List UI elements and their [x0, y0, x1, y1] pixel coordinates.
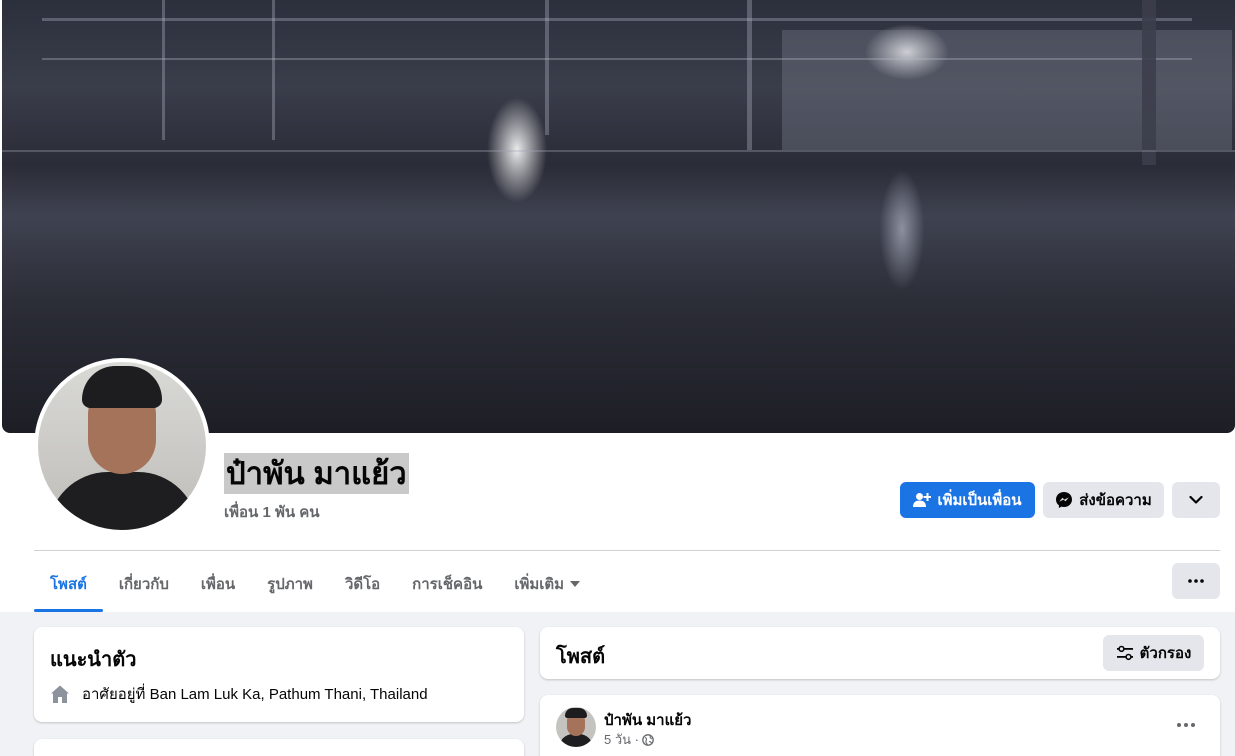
tab-videos[interactable]: วิดีโอ [329, 558, 396, 610]
message-button[interactable]: ส่งข้อความ [1043, 482, 1164, 518]
post-author-avatar[interactable] [556, 707, 596, 747]
more-dots-icon [1188, 579, 1204, 583]
friends-count[interactable]: เพื่อน 1 พัน คน [224, 500, 320, 524]
tab-label: เกี่ยวกับ [118, 576, 169, 593]
tab-checkins[interactable]: การเช็คอิน [396, 558, 498, 610]
globe-icon [642, 733, 654, 746]
filter-label: ตัวกรอง [1139, 645, 1192, 662]
tab-about[interactable]: เกี่ยวกับ [103, 558, 185, 610]
messenger-icon [1056, 492, 1073, 508]
avatar-hair [82, 366, 162, 408]
cover-beam [747, 0, 752, 150]
caret-down-icon [570, 581, 581, 587]
avatar-hair [565, 708, 587, 718]
tab-friends[interactable]: เพื่อน [185, 558, 251, 610]
tab-label: รูปภาพ [267, 576, 313, 593]
tab-label: โพสต์ [50, 576, 87, 593]
posts-header-card: โพสต์ ตัวกรอง [540, 627, 1220, 679]
add-friend-icon [913, 493, 932, 507]
message-label: ส่งข้อความ [1079, 492, 1152, 509]
tab-label: วิดีโอ [344, 576, 381, 593]
tab-posts[interactable]: โพสต์ [34, 558, 103, 612]
tab-more[interactable]: เพิ่มเติม [498, 558, 596, 610]
post-time[interactable]: 5 วัน · [604, 729, 639, 750]
filter-button[interactable]: ตัวกรอง [1103, 635, 1204, 671]
avatar-shirt [48, 472, 198, 530]
post-card: ป๋าพัน มาแย้ว 5 วัน · [540, 695, 1220, 756]
post-meta: 5 วัน · [604, 729, 654, 750]
tabs-more-button[interactable] [1172, 563, 1220, 599]
more-dots-icon [1177, 723, 1195, 727]
post-options-button[interactable] [1168, 713, 1204, 737]
tab-label: เพิ่มเติม [514, 576, 565, 593]
cover-beam [162, 0, 165, 140]
cover-wall [782, 30, 1232, 150]
lives-in-text: อาศัยอยู่ที่ Ban Lam Luk Ka, Pathum Than… [82, 686, 428, 703]
intro-title: แนะนำตัว [50, 649, 137, 671]
cover-beam [272, 0, 275, 140]
cover-beam [1142, 0, 1156, 165]
cover-floor-line [2, 150, 1235, 152]
profile-avatar[interactable] [38, 362, 206, 530]
tab-photos[interactable]: รูปภาพ [251, 558, 329, 610]
posts-title: โพสต์ [556, 646, 606, 668]
filter-icon [1116, 645, 1133, 661]
second-left-card [34, 739, 524, 756]
profile-more-button[interactable] [1172, 482, 1220, 518]
profile-tabs: โพสต์ เกี่ยวกับ เพื่อน รูปภาพ วิดีโอ การ… [34, 558, 596, 612]
home-icon [51, 685, 69, 703]
cover-beam [42, 18, 1192, 21]
profile-header: ป๋าพัน มาแย้ว เพื่อน 1 พัน คน เพิ่มเป็นเ… [0, 0, 1235, 612]
lives-in-row: อาศัยอยู่ที่ Ban Lam Luk Ka, Pathum Than… [50, 682, 428, 706]
profile-name: ป๋าพัน มาแย้ว [224, 453, 409, 494]
chevron-down-icon [1189, 495, 1203, 504]
header-divider [34, 550, 1220, 551]
intro-card: แนะนำตัว อาศัยอยู่ที่ Ban Lam Luk Ka, Pa… [34, 627, 524, 722]
cover-photo[interactable] [2, 0, 1235, 433]
add-friend-label: เพิ่มเป็นเพื่อน [937, 492, 1022, 509]
cover-beam [545, 0, 549, 135]
tab-label: เพื่อน [200, 576, 236, 593]
tab-label: การเช็คอิน [412, 576, 483, 593]
add-friend-button[interactable]: เพิ่มเป็นเพื่อน [900, 482, 1035, 518]
cover-beam [42, 58, 1192, 60]
